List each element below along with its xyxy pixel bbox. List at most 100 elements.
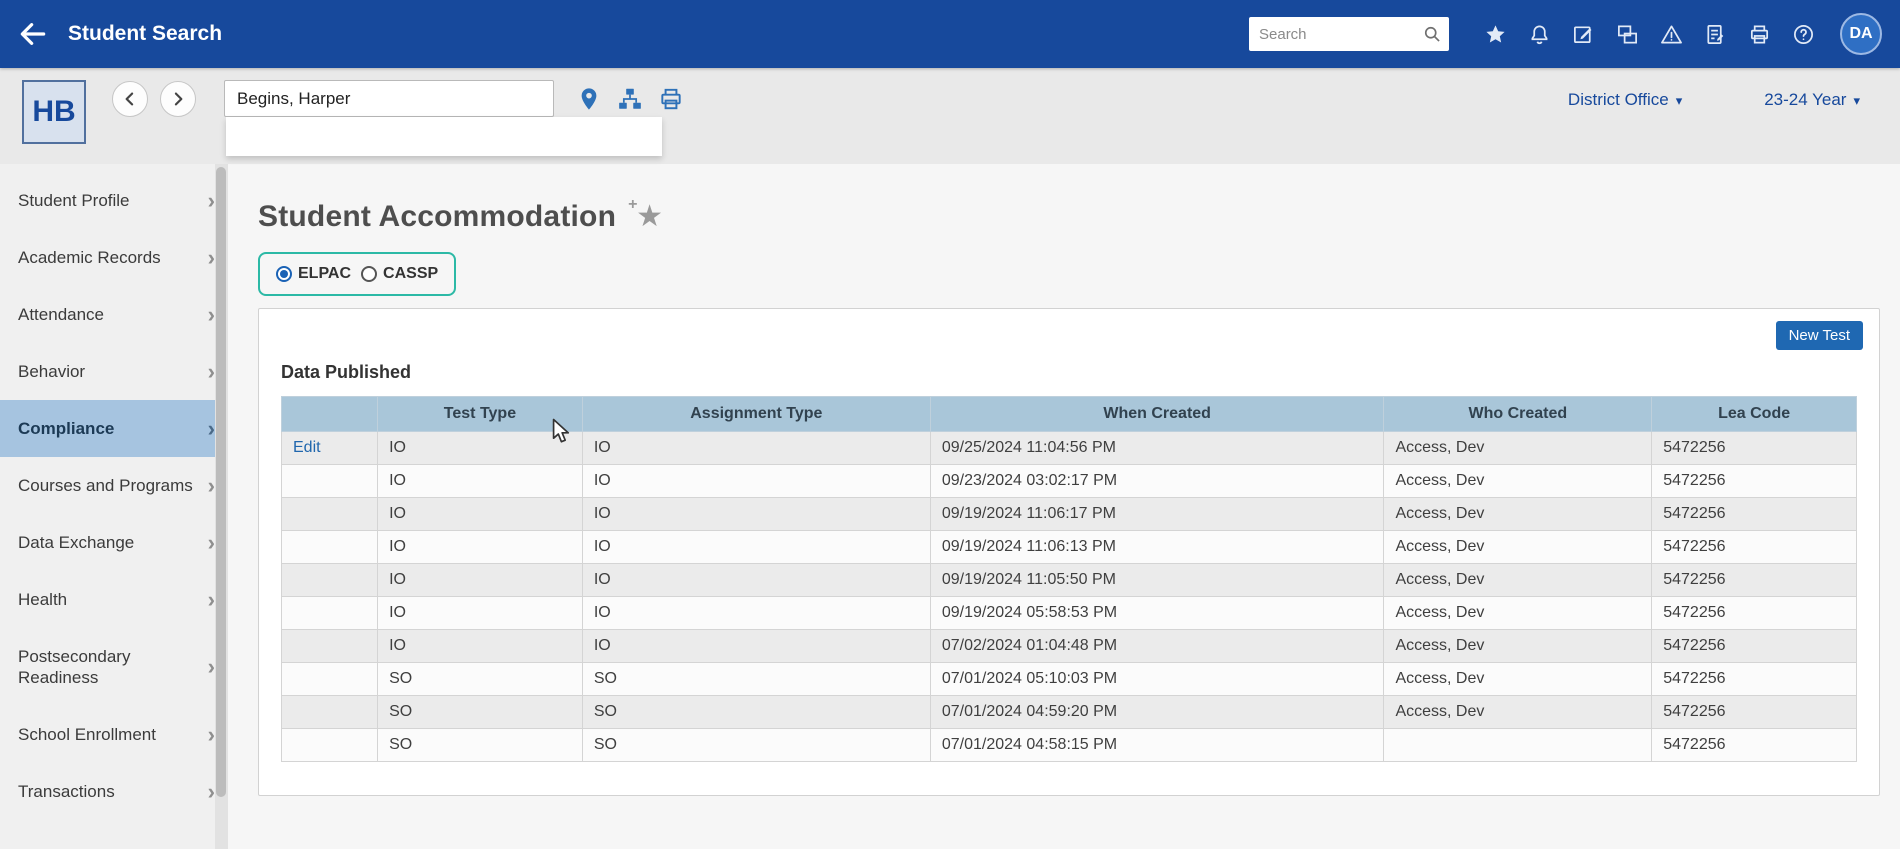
sidebar-item-health[interactable]: Health ›: [0, 571, 228, 628]
sidebar-item-label: Academic Records: [18, 248, 161, 267]
student-search-field: [224, 80, 554, 117]
sidebar-scrollbar-thumb[interactable]: [216, 167, 226, 797]
sidebar-item-data-exchange[interactable]: Data Exchange ›: [0, 514, 228, 571]
table-cell: 5472256: [1652, 498, 1857, 531]
sidebar-item-label: Transactions: [18, 782, 115, 801]
sidebar-item-attendance[interactable]: Attendance ›: [0, 286, 228, 343]
table-row: SOSO07/01/2024 05:10:03 PMAccess, Dev547…: [282, 663, 1857, 696]
column-header-who-created[interactable]: Who Created: [1384, 397, 1652, 432]
table-cell: 09/25/2024 11:04:56 PM: [930, 432, 1384, 465]
sidebar-item-school-enrollment[interactable]: School Enrollment ›: [0, 706, 228, 763]
data-panel: New Test Data Published Test TypeAssignm…: [258, 308, 1880, 796]
table-cell: IO: [378, 465, 583, 498]
alert-triangle-icon[interactable]: [1660, 23, 1683, 46]
table-cell: IO: [582, 432, 930, 465]
column-header-when-created[interactable]: When Created: [930, 397, 1384, 432]
sidebar-item-academic-records[interactable]: Academic Records ›: [0, 229, 228, 286]
sidebar-item-transactions[interactable]: Transactions ›: [0, 763, 228, 820]
caret-down-icon: ▾: [1853, 93, 1860, 109]
sidebar-item-compliance[interactable]: Compliance ›: [0, 400, 228, 457]
page-title: Student Search: [68, 22, 222, 46]
sidebar-item-label: Health: [18, 590, 67, 609]
table-cell: 5472256: [1652, 432, 1857, 465]
table-cell: IO: [582, 531, 930, 564]
table-cell: IO: [378, 531, 583, 564]
radio-elpac[interactable]: ELPAC: [276, 265, 351, 283]
table-cell: SO: [378, 696, 583, 729]
table-cell: 09/23/2024 03:02:17 PM: [930, 465, 1384, 498]
table-cell: 5472256: [1652, 696, 1857, 729]
edit-note-icon[interactable]: [1572, 23, 1595, 46]
chevron-right-icon: ›: [208, 190, 215, 212]
table-cell: 07/01/2024 05:10:03 PM: [930, 663, 1384, 696]
previous-student-button[interactable]: [112, 81, 148, 117]
data-published-heading: Data Published: [281, 362, 1857, 383]
table-cell: 5472256: [1652, 729, 1857, 762]
column-header-assignment-type[interactable]: Assignment Type: [582, 397, 930, 432]
back-button[interactable]: [10, 11, 56, 57]
column-header-lea-code[interactable]: Lea Code: [1652, 397, 1857, 432]
sidebar-item-courses-and-programs[interactable]: Courses and Programs ›: [0, 457, 228, 514]
column-header-empty[interactable]: [282, 397, 378, 432]
table-cell: 5472256: [1652, 465, 1857, 498]
sidebar-item-label: School Enrollment: [18, 725, 156, 744]
district-dropdown-label: District Office: [1568, 90, 1669, 110]
table-cell: 5472256: [1652, 531, 1857, 564]
year-dropdown[interactable]: 23-24 Year ▾: [1764, 90, 1860, 110]
edit-link[interactable]: Edit: [282, 432, 378, 465]
topbar: Student Search: [0, 0, 1900, 68]
table-cell: [282, 663, 378, 696]
radio-cassp[interactable]: CASSP: [361, 265, 438, 283]
next-student-button[interactable]: [160, 81, 196, 117]
sidebar-item-behavior[interactable]: Behavior ›: [0, 343, 228, 400]
table-cell: 09/19/2024 05:58:53 PM: [930, 597, 1384, 630]
favorites-star-icon[interactable]: [1484, 23, 1507, 46]
location-pin-icon[interactable]: [576, 86, 602, 112]
table-cell: [282, 630, 378, 663]
table-cell: [282, 465, 378, 498]
table-cell: IO: [582, 564, 930, 597]
chevron-right-icon: ›: [208, 589, 215, 611]
search-icon[interactable]: [1422, 24, 1442, 44]
table-cell: [282, 531, 378, 564]
user-avatar[interactable]: DA: [1840, 13, 1882, 55]
notifications-bell-icon[interactable]: [1528, 23, 1551, 46]
district-dropdown[interactable]: District Office ▾: [1568, 90, 1682, 110]
multi-window-icon[interactable]: [1616, 23, 1639, 46]
table-cell: Access, Dev: [1384, 531, 1652, 564]
app-window: Student Search: [0, 0, 1900, 849]
table-cell: SO: [378, 663, 583, 696]
radio-circle-icon[interactable]: [276, 266, 292, 282]
column-header-test-type[interactable]: Test Type: [378, 397, 583, 432]
main-content: Student Accommodation ★+ ELPAC CASSP New…: [228, 164, 1900, 849]
table-cell: 09/19/2024 11:06:13 PM: [930, 531, 1384, 564]
radio-circle-icon[interactable]: [361, 266, 377, 282]
year-dropdown-label: 23-24 Year: [1764, 90, 1846, 110]
help-icon[interactable]: [1792, 23, 1815, 46]
print-student-icon[interactable]: [658, 86, 684, 112]
sidebar-item-label: Attendance: [18, 305, 104, 324]
sidebar-item-student-profile[interactable]: Student Profile ›: [0, 172, 228, 229]
student-initials-tile[interactable]: HB: [22, 80, 86, 144]
table-cell: IO: [378, 498, 583, 531]
search-input[interactable]: [1249, 17, 1449, 51]
sidebar-item-postsecondary-readiness[interactable]: Postsecondary Readiness ›: [0, 628, 228, 706]
table-cell: IO: [378, 630, 583, 663]
back-arrow-icon: [17, 18, 49, 50]
org-chart-icon[interactable]: [617, 86, 643, 112]
chevron-right-icon: ›: [208, 724, 215, 746]
sidebar-list: Student Profile › Academic Records › Att…: [0, 172, 228, 820]
student-search-input[interactable]: [224, 80, 554, 117]
table-cell: [282, 696, 378, 729]
print-icon[interactable]: [1748, 23, 1771, 46]
sidebar-scrollbar[interactable]: [215, 164, 228, 849]
sidebar-item-label: Courses and Programs: [18, 476, 193, 495]
table-cell: [1384, 729, 1652, 762]
sidebar: Student Profile › Academic Records › Att…: [0, 164, 228, 849]
table-cell: Access, Dev: [1384, 564, 1652, 597]
student-autocomplete-dropdown[interactable]: [226, 117, 662, 156]
new-test-button[interactable]: New Test: [1776, 321, 1863, 350]
table-cell: SO: [582, 729, 930, 762]
report-icon[interactable]: [1704, 23, 1727, 46]
add-favorite-star-icon[interactable]: ★+: [636, 202, 663, 232]
